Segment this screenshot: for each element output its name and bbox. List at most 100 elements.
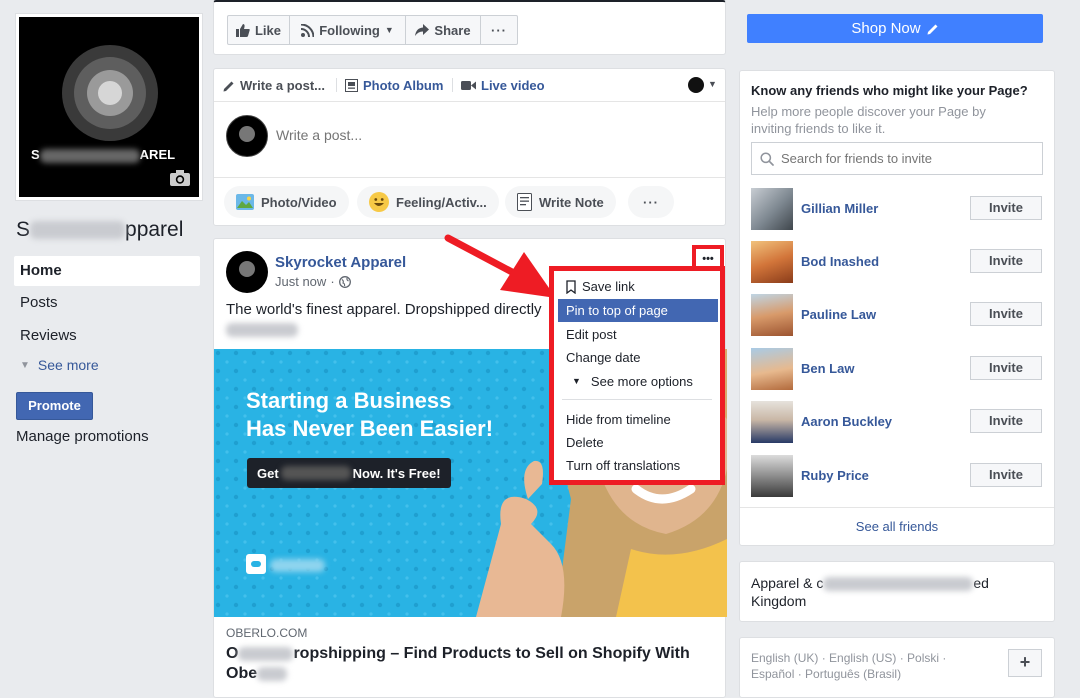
friend-row: Pauline Law Invite [751, 294, 1043, 338]
pencil-icon[interactable] [927, 23, 939, 35]
friend-name[interactable]: Gillian Miller [801, 201, 878, 216]
friend-avatar[interactable] [751, 455, 793, 497]
photo-video-button[interactable]: Photo/Video [224, 186, 349, 218]
page-about-card: Apparel & c ed Kingdom [739, 561, 1055, 622]
logo-ring [239, 261, 255, 277]
post-composer: Write a post... Photo Album Live video ▼… [213, 68, 726, 226]
post-author-avatar[interactable] [226, 251, 268, 293]
friend-row: Bod Inashed Invite [751, 241, 1043, 285]
friend-avatar[interactable] [751, 348, 793, 390]
menu-pin-to-top[interactable]: Pin to top of page [558, 299, 718, 322]
shop-now-button[interactable]: Shop Now [747, 14, 1043, 43]
friend-name[interactable]: Aaron Buckley [801, 414, 892, 429]
composer-divider [214, 177, 725, 178]
menu-change-date[interactable]: Change date [558, 346, 718, 369]
camera-icon[interactable] [169, 169, 191, 187]
language-selector-card: English (UK) · English (US) · Polski · E… [739, 637, 1055, 698]
friend-name[interactable]: Bod Inashed [801, 254, 879, 269]
posting-as-avatar[interactable] [688, 77, 704, 93]
language-list: English (UK) · English (US) · Polski · E… [751, 650, 946, 682]
more-composer-options[interactable]: ··· [628, 186, 674, 218]
page-action-bar: Like Following ▼ Share ··· [213, 0, 726, 55]
composer-divider [214, 101, 725, 102]
invite-button[interactable]: Invite [970, 463, 1042, 487]
composer-avatar [226, 115, 268, 157]
add-language-button[interactable]: + [1008, 649, 1042, 677]
friend-avatar[interactable] [751, 294, 793, 336]
live-video-tab[interactable]: Live video [461, 78, 545, 93]
friend-name[interactable]: Pauline Law [801, 307, 876, 322]
thumbs-up-icon [235, 23, 250, 37]
friend-search-box[interactable] [751, 142, 1043, 175]
note-icon [517, 193, 532, 211]
invite-friends-card: Know any friends who might like your Pag… [739, 70, 1055, 546]
invite-button[interactable]: Invite [970, 302, 1042, 326]
friend-row: Ben Law Invite [751, 348, 1043, 392]
caret-down-icon: ▼ [384, 25, 394, 35]
invite-button[interactable]: Invite [970, 196, 1042, 220]
friend-name[interactable]: Ben Law [801, 361, 854, 376]
link-title[interactable]: Oropshipping – Find Products to Sell on … [226, 644, 718, 684]
nav-posts[interactable]: Posts [14, 288, 200, 318]
rss-icon [301, 23, 315, 37]
menu-edit-post[interactable]: Edit post [558, 323, 718, 346]
write-note-button[interactable]: Write Note [505, 186, 616, 218]
post-text-input[interactable] [276, 123, 676, 147]
video-camera-icon [461, 81, 476, 90]
friend-avatar[interactable] [751, 241, 793, 283]
bookmark-icon [566, 279, 576, 294]
friend-row: Gillian Miller Invite [751, 188, 1043, 232]
caret-down-icon[interactable]: ▼ [708, 79, 717, 89]
share-button[interactable]: Share [405, 15, 481, 45]
invite-button[interactable]: Invite [970, 249, 1042, 273]
post-options-menu: Save link Pin to top of page Edit post C… [549, 266, 725, 485]
friend-search-input[interactable] [781, 151, 1021, 166]
more-actions-button[interactable]: ··· [480, 15, 518, 45]
smiley-icon [369, 192, 389, 212]
triangle-down-icon: ▼ [572, 376, 581, 386]
menu-save-link[interactable]: Save link [558, 275, 718, 298]
menu-hide-from-timeline[interactable]: Hide from timeline [558, 408, 718, 431]
see-more-link[interactable]: ▼ See more [20, 357, 99, 373]
menu-delete[interactable]: Delete [558, 431, 718, 454]
photo-album-tab[interactable]: Photo Album [345, 78, 443, 93]
link-domain: OBERLO.COM [226, 626, 308, 640]
language-links-row2[interactable]: Español · Português (Brasil) [751, 666, 946, 682]
menu-turn-off-translations[interactable]: Turn off translations [558, 454, 718, 477]
album-icon [345, 79, 358, 92]
post-timestamp[interactable]: Just now · [275, 274, 351, 289]
page-profile-picture[interactable]: S AREL [16, 14, 202, 200]
friend-row: Aaron Buckley Invite [751, 401, 1043, 445]
write-post-tab[interactable]: Write a post... [223, 78, 325, 93]
globe-icon [338, 275, 351, 288]
triangle-down-icon: ▼ [20, 359, 30, 371]
share-arrow-icon [415, 24, 430, 36]
nav-reviews[interactable]: Reviews [14, 321, 200, 351]
feeling-activity-button[interactable]: Feeling/Activ... [357, 186, 499, 218]
dot-separator: · [330, 274, 335, 289]
promote-button[interactable]: Promote [16, 392, 93, 420]
invite-card-subtitle: Help more people discover your Page by i… [751, 104, 986, 136]
see-all-friends-link[interactable]: See all friends [740, 519, 1054, 534]
card-divider [740, 507, 1054, 508]
friend-row: Ruby Price Invite [751, 455, 1043, 499]
image-cta-banner: Get Now. It's Free! [247, 458, 451, 488]
pencil-icon [223, 81, 234, 91]
friend-avatar[interactable] [751, 188, 793, 230]
like-button[interactable]: Like [227, 15, 290, 45]
redacted-text [226, 321, 298, 337]
redacted-brand-name [270, 557, 325, 573]
invite-button[interactable]: Invite [970, 409, 1042, 433]
page-name[interactable]: Spparel [16, 218, 183, 242]
invite-button[interactable]: Invite [970, 356, 1042, 380]
menu-see-more-options[interactable]: ▼ See more options [558, 370, 718, 393]
search-icon [760, 151, 774, 166]
friend-avatar[interactable] [751, 401, 793, 443]
photo-icon [236, 194, 254, 210]
manage-promotions-link[interactable]: Manage promotions [16, 428, 149, 445]
post-author-name[interactable]: Skyrocket Apparel [275, 254, 406, 271]
friend-name[interactable]: Ruby Price [801, 468, 869, 483]
following-button[interactable]: Following ▼ [289, 15, 406, 45]
language-links-row1[interactable]: English (UK) · English (US) · Polski · [751, 650, 946, 666]
nav-home[interactable]: Home [14, 256, 200, 286]
